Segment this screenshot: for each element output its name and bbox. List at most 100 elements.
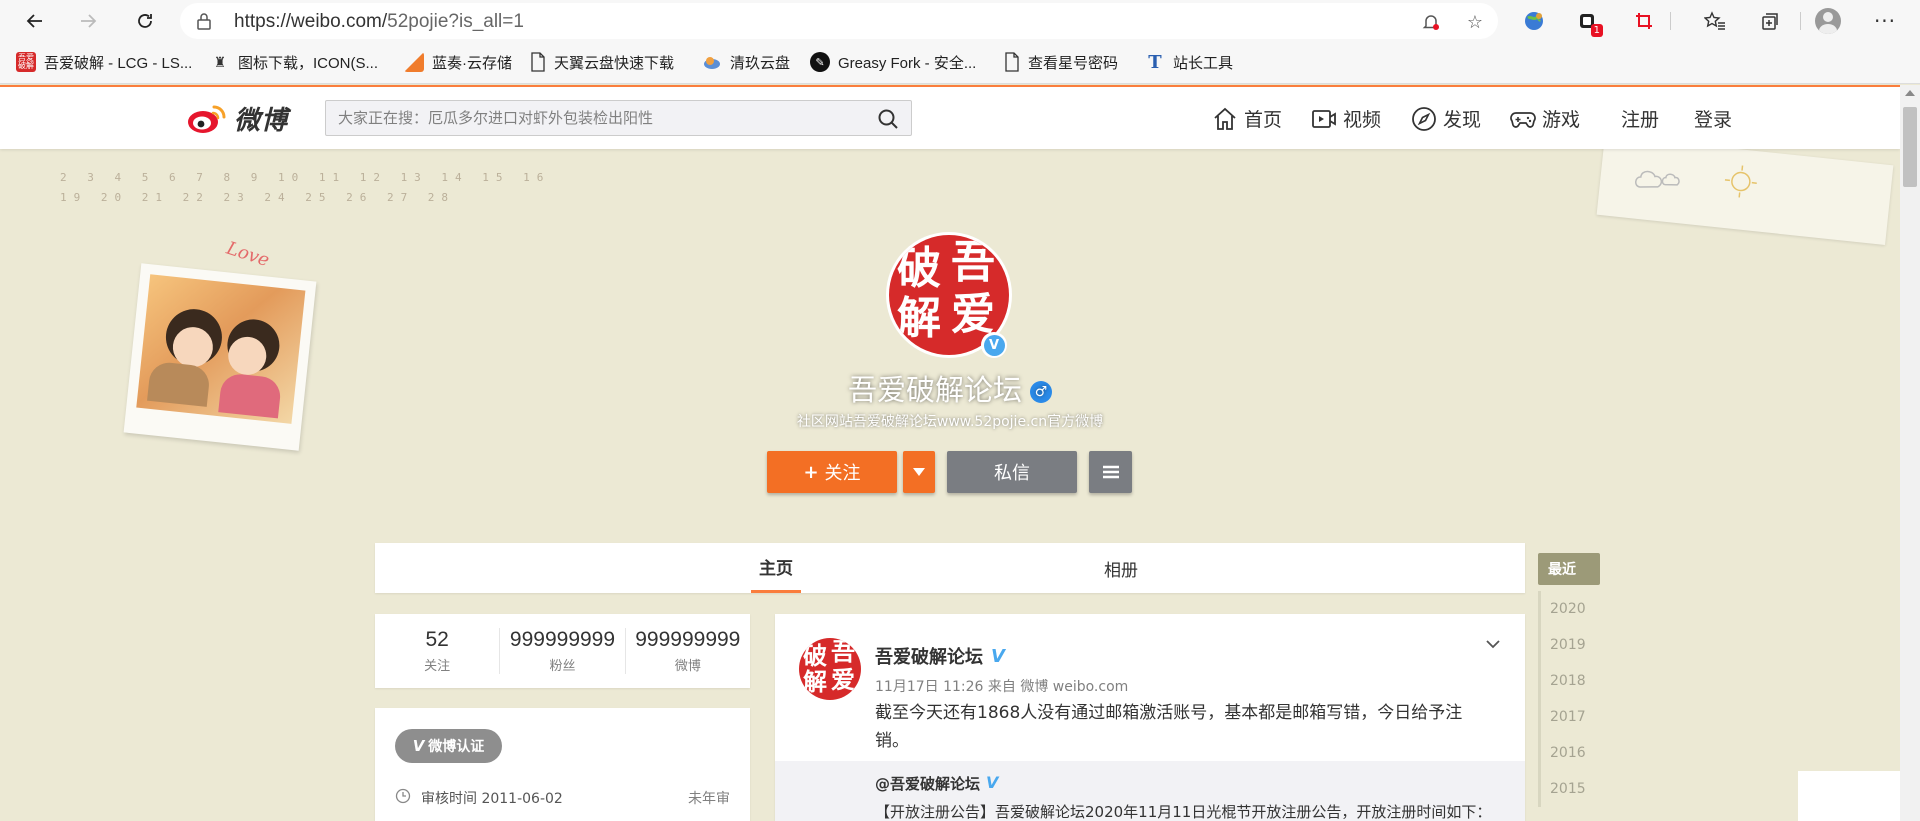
post-meta: 11月17日 11:26 来自 微博 weibo.com — [875, 679, 1129, 695]
screenshot-crop-icon[interactable] — [1631, 8, 1657, 34]
year-item[interactable]: 2020 — [1541, 591, 1600, 627]
more-menu-icon[interactable]: ··· — [1872, 8, 1898, 34]
extension-badge-icon[interactable]: 1 — [1575, 8, 1603, 37]
cert-review-value: 未年审 — [688, 791, 730, 807]
scroll-up-arrow-icon[interactable] — [1905, 90, 1915, 96]
nav-discover-label: 发现 — [1443, 109, 1482, 131]
cert-review-label: 审核时间 2011-06-02 — [421, 791, 563, 807]
back-button[interactable] — [19, 5, 51, 37]
stat-following[interactable]: 52 关注 — [375, 628, 501, 674]
background-calendar: 2 3 4 5 6 7 8 9 10 11 12 13 14 15 16 19 … — [60, 168, 550, 208]
favorites-list-icon[interactable] — [1702, 8, 1728, 34]
stat-posts[interactable]: 999999999 微博 — [626, 628, 750, 674]
nav-register[interactable]: 注册 — [1621, 105, 1659, 132]
forward-button[interactable] — [72, 5, 104, 37]
bookmark-password[interactable]: 查看星号密码 — [1004, 50, 1118, 74]
collections-icon[interactable] — [1757, 8, 1783, 34]
bookmark-52pojie[interactable]: 吾爱 破解 吾爱破解 - LCG - LS... — [16, 50, 192, 74]
back-arrow-icon — [26, 14, 42, 28]
bookmark-qingjiu[interactable]: 清玖云盘 — [702, 50, 790, 74]
url-path: 52pojie?is_all=1 — [387, 11, 524, 32]
profile-stats: 52 关注 999999999 粉丝 999999999 微博 — [375, 614, 750, 688]
search-icon[interactable] — [877, 108, 899, 130]
page-icon — [531, 52, 545, 72]
year-list: 2020 2019 2018 2017 2016 2015 — [1538, 591, 1600, 807]
stat-label: 关注 — [424, 659, 451, 674]
nav-home[interactable]: 首页 — [1212, 105, 1282, 132]
cert-badge-label: 微博认证 — [428, 739, 485, 755]
bookmark-label: 查看星号密码 — [1028, 54, 1119, 72]
nav-login[interactable]: 登录 — [1694, 105, 1732, 132]
nav-game[interactable]: 游戏 — [1510, 105, 1580, 132]
bookmark-greasyfork[interactable]: ✎ Greasy Fork - 安全... — [810, 50, 976, 74]
bookmark-tianyi[interactable]: 天翼云盘快速下载 — [530, 50, 674, 74]
nav-register-label: 注册 — [1621, 109, 1660, 131]
post-author-avatar[interactable]: 吾 爱 破 解 — [799, 638, 861, 700]
seal-char: 吾 — [951, 237, 995, 288]
nav-login-label: 登录 — [1694, 109, 1733, 131]
page-icon — [1005, 52, 1019, 72]
cloud-favicon-icon — [702, 52, 722, 72]
refresh-icon — [138, 14, 152, 28]
url-host: https://weibo.com/ — [234, 11, 388, 32]
stat-value: 999999999 — [635, 628, 741, 651]
year-item[interactable]: 2015 — [1541, 771, 1600, 807]
repost-author-name[interactable]: @吾爱破解论坛 — [875, 773, 980, 794]
hamburger-menu-icon — [1102, 465, 1119, 479]
weibo-logo-text: 微博 — [234, 105, 289, 136]
page-scrollbar[interactable] — [1900, 85, 1920, 821]
lanzou-favicon-icon — [404, 52, 424, 72]
refresh-button[interactable] — [129, 5, 161, 37]
feed-post: 吾 爱 破 解 吾爱破解论坛 V 11月17日 11:26 来自 微博 weib… — [775, 614, 1525, 821]
stat-label: 粉丝 — [549, 659, 576, 674]
follow-dropdown-button[interactable] — [903, 451, 935, 493]
year-item[interactable]: 2016 — [1541, 735, 1600, 771]
chevron-down-icon[interactable] — [1483, 634, 1503, 654]
scroll-thumb[interactable] — [1903, 107, 1917, 187]
forward-arrow-icon — [81, 14, 97, 28]
verified-v-icon: V — [991, 645, 1005, 667]
year-item[interactable]: 2018 — [1541, 663, 1600, 699]
bookmark-icon-download[interactable]: ♜ 图标下载，ICON(S... — [210, 50, 378, 74]
stat-label: 微博 — [674, 659, 701, 674]
love-doodle: Love — [223, 237, 272, 272]
seal-char: 解 — [803, 667, 827, 696]
v-icon: V — [412, 737, 425, 755]
year-item[interactable]: 2019 — [1541, 627, 1600, 663]
reposted-content[interactable]: @吾爱破解论坛 V 【开放注册公告】吾爱破解论坛2020年11月11日光棍节开放… — [775, 761, 1525, 821]
profile-avatar-icon[interactable] — [1815, 8, 1841, 34]
weibo-header: 微博 首页 视频 发现 游戏 注册 登录 — [0, 85, 1900, 149]
post-author-name[interactable]: 吾爱破解论坛 — [875, 643, 983, 669]
bookmark-lanzou[interactable]: 蓝奏·云存储 — [404, 50, 512, 74]
bookmark-label: Greasy Fork - 安全... — [838, 54, 977, 72]
bookmarks-bar: 吾爱 破解 吾爱破解 - LCG - LS... ♜ 图标下载，ICON(S...… — [0, 42, 1920, 84]
more-options-button[interactable] — [1089, 451, 1132, 493]
nav-video-label: 视频 — [1343, 109, 1382, 131]
extension-globe-icon[interactable] — [1521, 8, 1547, 34]
bookmark-webmaster[interactable]: T 站长工具 — [1145, 50, 1233, 74]
bookmark-label: 蓝奏·云存储 — [432, 54, 512, 72]
year-recent[interactable]: 最近 — [1538, 553, 1600, 585]
seal-char: 解 — [897, 293, 941, 344]
follow-button[interactable]: + 关注 — [767, 451, 897, 493]
verified-v-icon: V — [986, 773, 999, 792]
message-button[interactable]: 私信 — [947, 451, 1077, 493]
tab-home[interactable]: 主页 — [751, 543, 801, 593]
address-bar[interactable]: https://weibo.com/52pojie?is_all=1 ☆ — [180, 3, 1498, 39]
post-text: 截至今天还有1868人没有通过邮箱激活账号，基本都是邮箱写错，今日给予注销。 — [875, 703, 1463, 751]
favorite-star-icon[interactable]: ☆ — [1464, 11, 1486, 33]
search-input[interactable] — [326, 101, 856, 135]
extension-count-badge: 1 — [1590, 24, 1603, 37]
certification-card: V 微博认证 审核时间 2011-06-02 未年审 — [375, 708, 750, 821]
weibo-logo[interactable]: 微博 — [186, 98, 288, 138]
stat-followers[interactable]: 999999999 粉丝 — [500, 628, 626, 674]
year-item[interactable]: 2017 — [1541, 699, 1600, 735]
bookmark-label: 清玖云盘 — [730, 54, 791, 72]
nav-discover[interactable]: 发现 — [1411, 105, 1481, 132]
seal-char: 吾 — [831, 638, 855, 666]
weibo-certification-badge[interactable]: V 微博认证 — [395, 729, 502, 763]
tab-album[interactable]: 相册 — [1096, 543, 1146, 593]
seal-char: 破 — [803, 641, 827, 670]
notification-icon[interactable] — [1420, 11, 1442, 33]
nav-video[interactable]: 视频 — [1311, 105, 1381, 132]
